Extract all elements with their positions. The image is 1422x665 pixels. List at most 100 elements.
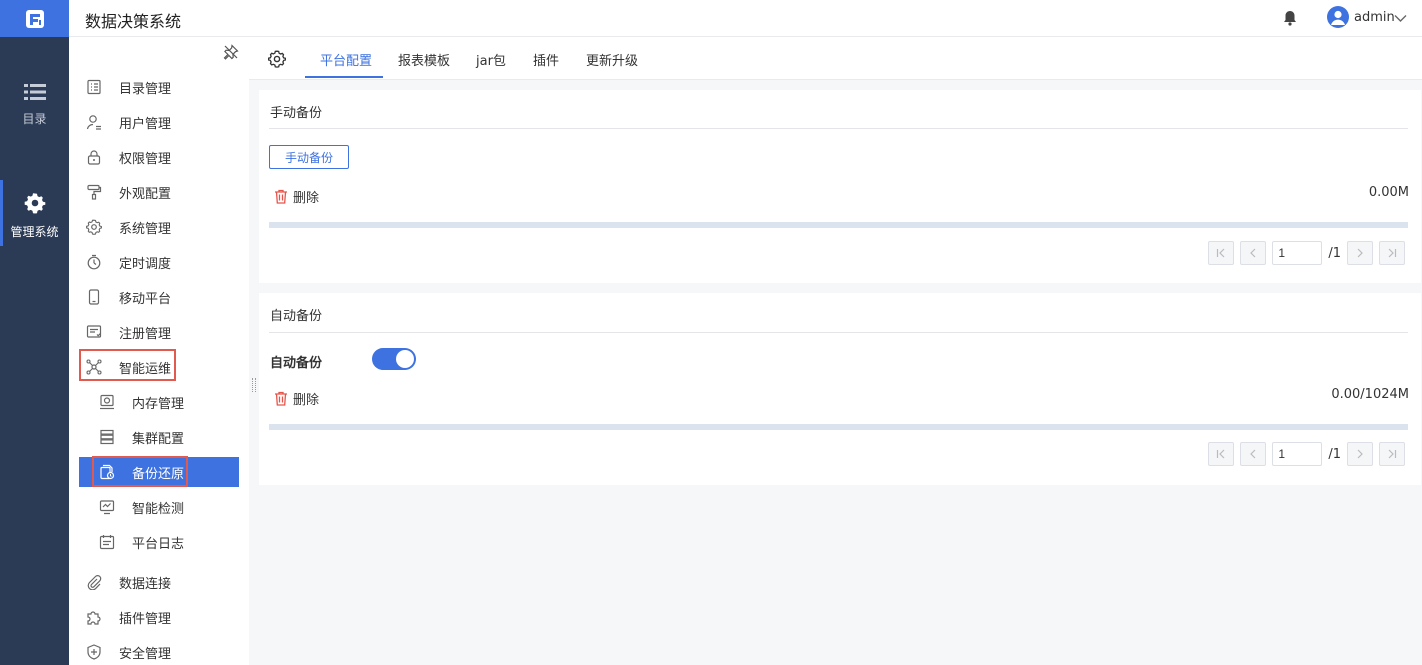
sidebar-item-users[interactable]: 用户管理 — [79, 107, 239, 137]
register-icon — [79, 324, 109, 340]
trash-icon — [275, 391, 287, 406]
tab-plugins[interactable]: 插件 — [533, 50, 559, 69]
sidebar-item-smart-detection[interactable]: 智能检测 — [79, 492, 239, 522]
manual-backup-panel: 手动备份 手动备份 删除 0.00M /1 — [259, 90, 1421, 283]
sidebar-item-scheduling[interactable]: 定时调度 — [79, 247, 239, 277]
sidebar-item-label: 平台日志 — [132, 536, 185, 552]
left-rail: 目录 管理系统 — [0, 37, 69, 665]
tab-updates[interactable]: 更新升级 — [586, 50, 638, 69]
auto-backup-panel: 自动备份 自动备份 删除 0.00/1024M /1 — [259, 293, 1421, 485]
chevron-right-icon — [1357, 449, 1363, 459]
backup-size: 0.00M — [1368, 185, 1409, 200]
user-icon — [1331, 10, 1345, 25]
pin-icon[interactable] — [223, 44, 239, 64]
first-page-button[interactable] — [1208, 241, 1235, 265]
toggle-knob — [396, 350, 414, 368]
memory-icon — [92, 394, 122, 410]
sidebar-item-label: 安全管理 — [119, 646, 172, 662]
bell-icon[interactable] — [1282, 9, 1298, 31]
username[interactable]: admin — [1354, 10, 1395, 25]
top-bar: 数据决策系统 admin — [0, 0, 1422, 37]
storage-bar — [269, 222, 1408, 228]
sidebar-item-label: 目录管理 — [119, 81, 172, 97]
sidebar-item-label: 智能检测 — [132, 501, 185, 517]
delete-label: 删除 — [293, 393, 320, 408]
timer-icon — [79, 254, 109, 270]
tab-platform-config[interactable]: 平台配置 — [320, 50, 372, 69]
page-total: /1 — [1328, 446, 1341, 462]
sidebar-resize-handle[interactable] — [252, 378, 256, 392]
rail-item-label: 管理系统 — [10, 225, 59, 239]
highlight-box-smart-ops — [79, 349, 176, 381]
manual-backup-button[interactable]: 手动备份 — [269, 145, 349, 169]
sidebar-item-data-connection[interactable]: 数据连接 — [79, 567, 239, 597]
pagination: /1 — [1202, 241, 1405, 265]
gear-icon — [24, 193, 45, 214]
page-input[interactable] — [1272, 241, 1323, 265]
sidebar-item-mobile[interactable]: 移动平台 — [79, 282, 239, 312]
page-input[interactable] — [1272, 442, 1323, 466]
sidebar-item-plugins[interactable]: 插件管理 — [79, 602, 239, 632]
sidebar-item-security[interactable]: 安全管理 — [79, 637, 239, 665]
log-icon — [92, 534, 122, 550]
sidebar: 目录管理 用户管理 权限管理 外观配置 系统管理 定时调度 移动平台 注册管理 … — [69, 37, 249, 665]
sidebar-item-label: 权限管理 — [119, 151, 172, 167]
paperclip-icon — [79, 574, 109, 590]
user-icon — [79, 114, 109, 130]
sidebar-item-memory[interactable]: 内存管理 — [79, 387, 239, 417]
next-page-button[interactable] — [1347, 442, 1373, 466]
prev-page-button[interactable] — [1240, 442, 1267, 466]
app-title: 数据决策系统 — [85, 12, 182, 31]
puzzle-icon — [79, 609, 109, 625]
first-page-button[interactable] — [1208, 442, 1235, 466]
storage-bar — [269, 424, 1408, 430]
mobile-icon — [79, 289, 109, 305]
monitor-icon — [92, 499, 122, 515]
paint-roller-icon — [79, 184, 109, 200]
sidebar-item-label: 移动平台 — [119, 291, 172, 307]
list-icon — [23, 84, 46, 100]
sidebar-item-label: 插件管理 — [119, 611, 172, 627]
first-page-icon — [1217, 449, 1225, 459]
delete-button[interactable]: 删除 — [274, 389, 319, 408]
sidebar-item-system[interactable]: 系统管理 — [79, 212, 239, 242]
sidebar-item-label: 系统管理 — [119, 221, 172, 237]
avatar[interactable] — [1327, 6, 1349, 28]
sidebar-item-appearance[interactable]: 外观配置 — [79, 177, 239, 207]
last-page-icon — [1388, 449, 1397, 459]
divider — [269, 128, 1408, 129]
sidebar-item-label: 外观配置 — [119, 186, 172, 202]
last-page-button[interactable] — [1379, 442, 1405, 466]
auto-backup-toggle[interactable] — [372, 348, 416, 370]
active-tab-indicator — [305, 76, 383, 78]
logo-icon — [25, 9, 44, 28]
chevron-left-icon — [1250, 248, 1256, 258]
app-logo[interactable] — [0, 0, 69, 37]
gear-icon — [79, 219, 109, 235]
auto-backup-toggle-label: 自动备份 — [270, 356, 323, 371]
sidebar-item-label: 定时调度 — [119, 256, 172, 272]
sidebar-item-label: 数据连接 — [119, 576, 172, 592]
page-total: /1 — [1328, 245, 1341, 261]
tab-report-templates[interactable]: 报表模板 — [398, 50, 450, 69]
rail-item-admin[interactable]: 管理系统 — [0, 180, 69, 246]
server-icon — [92, 429, 122, 445]
sidebar-item-platform-log[interactable]: 平台日志 — [79, 527, 239, 557]
next-page-button[interactable] — [1347, 241, 1373, 265]
last-page-button[interactable] — [1379, 241, 1405, 265]
chevron-down-icon[interactable] — [1394, 12, 1407, 27]
sidebar-item-label: 用户管理 — [119, 116, 172, 132]
sidebar-item-permissions[interactable]: 权限管理 — [79, 142, 239, 172]
rail-item-catalog[interactable]: 目录 — [0, 83, 69, 127]
delete-button[interactable]: 删除 — [274, 187, 319, 206]
tab-jar[interactable]: jar包 — [476, 50, 506, 69]
last-page-icon — [1388, 248, 1397, 258]
panel-title: 自动备份 — [270, 309, 323, 324]
sidebar-item-registration[interactable]: 注册管理 — [79, 317, 239, 347]
sidebar-item-catalog[interactable]: 目录管理 — [79, 72, 239, 102]
sidebar-item-label: 内存管理 — [132, 396, 185, 412]
settings-gear-icon[interactable] — [267, 50, 287, 72]
sidebar-item-cluster[interactable]: 集群配置 — [79, 422, 239, 452]
prev-page-button[interactable] — [1240, 241, 1267, 265]
shield-icon — [79, 644, 109, 660]
